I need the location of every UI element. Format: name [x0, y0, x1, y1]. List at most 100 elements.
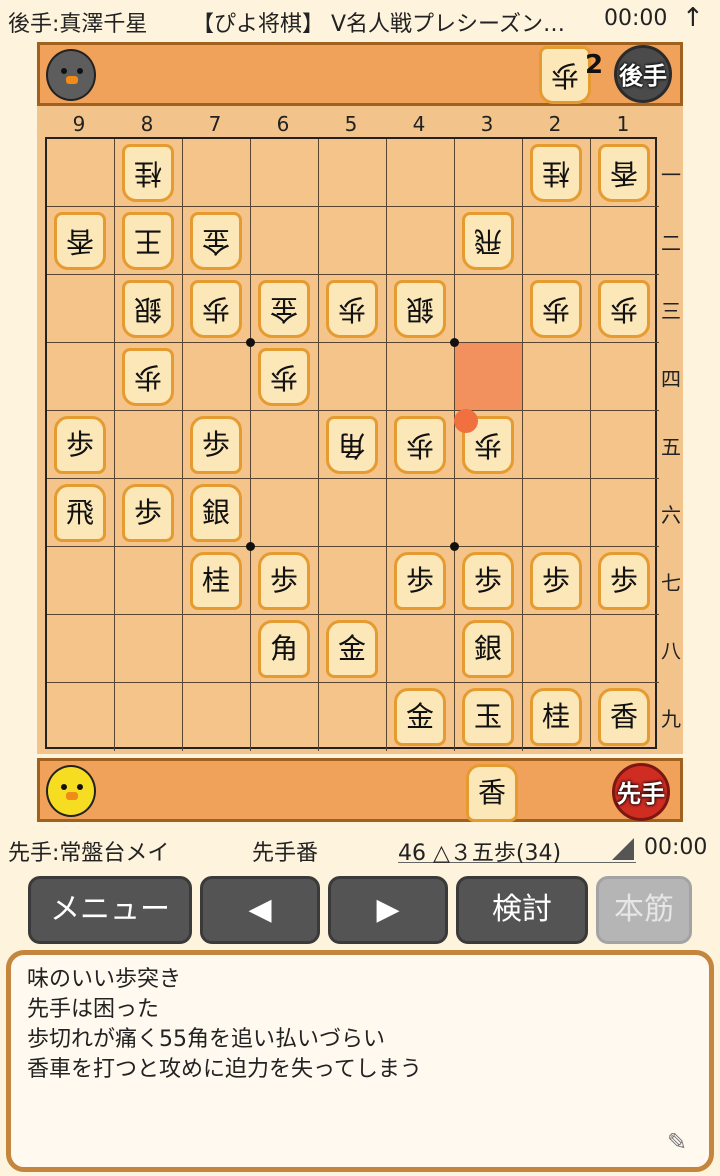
sente-piece[interactable]: 歩 [258, 552, 310, 610]
board-square[interactable] [251, 139, 319, 207]
board-square[interactable] [591, 479, 659, 547]
gote-piece[interactable]: 桂 [122, 144, 174, 202]
gote-piece[interactable]: 歩 [394, 416, 446, 474]
gote-piece[interactable]: 金 [190, 212, 242, 270]
board-square[interactable] [319, 139, 387, 207]
gote-piece[interactable]: 歩 [258, 348, 310, 406]
board-square[interactable] [523, 207, 591, 275]
sente-piece[interactable]: 角 [258, 620, 310, 678]
gote-piece[interactable]: 歩 [598, 280, 650, 338]
menu-button[interactable]: メニュー [28, 876, 192, 944]
sente-piece[interactable]: 香 [598, 688, 650, 746]
sente-piece[interactable]: 金 [394, 688, 446, 746]
dropdown-triangle-icon[interactable] [612, 838, 634, 860]
board-square[interactable] [455, 479, 523, 547]
board-square[interactable] [47, 683, 115, 751]
board-square[interactable] [251, 207, 319, 275]
gote-piece[interactable]: 香 [598, 144, 650, 202]
gote-piece[interactable]: 角 [326, 416, 378, 474]
board-square[interactable] [387, 479, 455, 547]
board-square[interactable] [183, 139, 251, 207]
board-square[interactable] [47, 343, 115, 411]
gote-piece[interactable]: 歩 [530, 280, 582, 338]
sente-piece[interactable]: 歩 [394, 552, 446, 610]
sente-piece[interactable]: 歩 [54, 416, 106, 474]
board-square[interactable] [523, 411, 591, 479]
sente-piece[interactable]: 銀 [462, 620, 514, 678]
board-square[interactable] [115, 547, 183, 615]
gote-piece[interactable]: 桂 [530, 144, 582, 202]
rank-label: 七 [661, 571, 681, 595]
sente-piece[interactable]: 歩 [462, 552, 514, 610]
sente-piece[interactable]: 飛 [54, 484, 106, 542]
board-square[interactable] [115, 683, 183, 751]
board-square[interactable] [183, 615, 251, 683]
sente-piece[interactable]: 歩 [598, 552, 650, 610]
board-square[interactable] [319, 479, 387, 547]
sente-piece[interactable]: 金 [326, 620, 378, 678]
sente-piece[interactable]: 歩 [530, 552, 582, 610]
board-square[interactable] [319, 547, 387, 615]
rank-label: 四 [661, 367, 681, 391]
up-arrow-icon[interactable]: ↑ [682, 3, 704, 33]
gote-piece[interactable]: 歩 [190, 280, 242, 338]
file-label: 7 [208, 112, 222, 136]
board-square[interactable] [455, 139, 523, 207]
board-square[interactable] [319, 343, 387, 411]
board-square[interactable] [455, 275, 523, 343]
star-point [246, 338, 255, 347]
board-square[interactable] [523, 479, 591, 547]
sente-piece[interactable]: 歩 [190, 416, 242, 474]
pencil-icon[interactable]: ✎ [667, 1127, 695, 1156]
sente-piece[interactable]: 桂 [530, 688, 582, 746]
board-square[interactable] [251, 411, 319, 479]
board-square[interactable] [183, 343, 251, 411]
board-square[interactable] [387, 343, 455, 411]
board-square[interactable] [387, 207, 455, 275]
gote-piece[interactable]: 銀 [122, 280, 174, 338]
sente-hand-piece[interactable]: 香 [466, 764, 518, 822]
board-square[interactable] [523, 615, 591, 683]
sente-piece[interactable]: 銀 [190, 484, 242, 542]
sente-piece[interactable]: 玉 [462, 688, 514, 746]
file-label: 8 [140, 112, 154, 136]
board-square[interactable] [591, 207, 659, 275]
next-move-button[interactable]: ▶ [328, 876, 448, 944]
rank-label: 一 [661, 163, 681, 187]
board-square[interactable] [183, 683, 251, 751]
gote-piece[interactable]: 香 [54, 212, 106, 270]
board-square[interactable] [591, 343, 659, 411]
gote-hand-piece[interactable]: 歩 [539, 46, 591, 104]
move-selector[interactable]: 46 △３五歩(34) [398, 835, 636, 866]
board-square[interactable] [319, 207, 387, 275]
prev-move-button[interactable]: ◀ [200, 876, 320, 944]
analyze-button[interactable]: 検討 [456, 876, 588, 944]
board-square[interactable] [47, 615, 115, 683]
gote-piece[interactable]: 金 [258, 280, 310, 338]
board-square[interactable] [387, 615, 455, 683]
sente-piece[interactable]: 歩 [122, 484, 174, 542]
gote-piece[interactable]: 歩 [326, 280, 378, 338]
board-square[interactable] [591, 411, 659, 479]
file-label: 2 [548, 112, 562, 136]
board-square[interactable] [591, 615, 659, 683]
board-square[interactable] [47, 547, 115, 615]
shogi-board[interactable]: 桂桂香香王金飛銀歩金歩銀歩歩歩歩歩歩角歩歩飛歩銀桂歩歩歩歩歩角金銀金玉桂香 [45, 137, 659, 751]
board-square[interactable] [115, 615, 183, 683]
gote-piece[interactable]: 銀 [394, 280, 446, 338]
rank-label: 六 [661, 503, 681, 527]
board-square[interactable] [115, 411, 183, 479]
board-square[interactable] [251, 683, 319, 751]
board-square[interactable] [251, 479, 319, 547]
star-point [450, 338, 459, 347]
board-square[interactable] [523, 343, 591, 411]
board-square[interactable] [47, 139, 115, 207]
sente-piece[interactable]: 桂 [190, 552, 242, 610]
board-square[interactable] [387, 139, 455, 207]
file-label: 9 [72, 112, 86, 136]
gote-piece[interactable]: 飛 [462, 212, 514, 270]
board-square[interactable] [47, 275, 115, 343]
board-square[interactable] [319, 683, 387, 751]
gote-piece[interactable]: 王 [122, 212, 174, 270]
gote-piece[interactable]: 歩 [122, 348, 174, 406]
